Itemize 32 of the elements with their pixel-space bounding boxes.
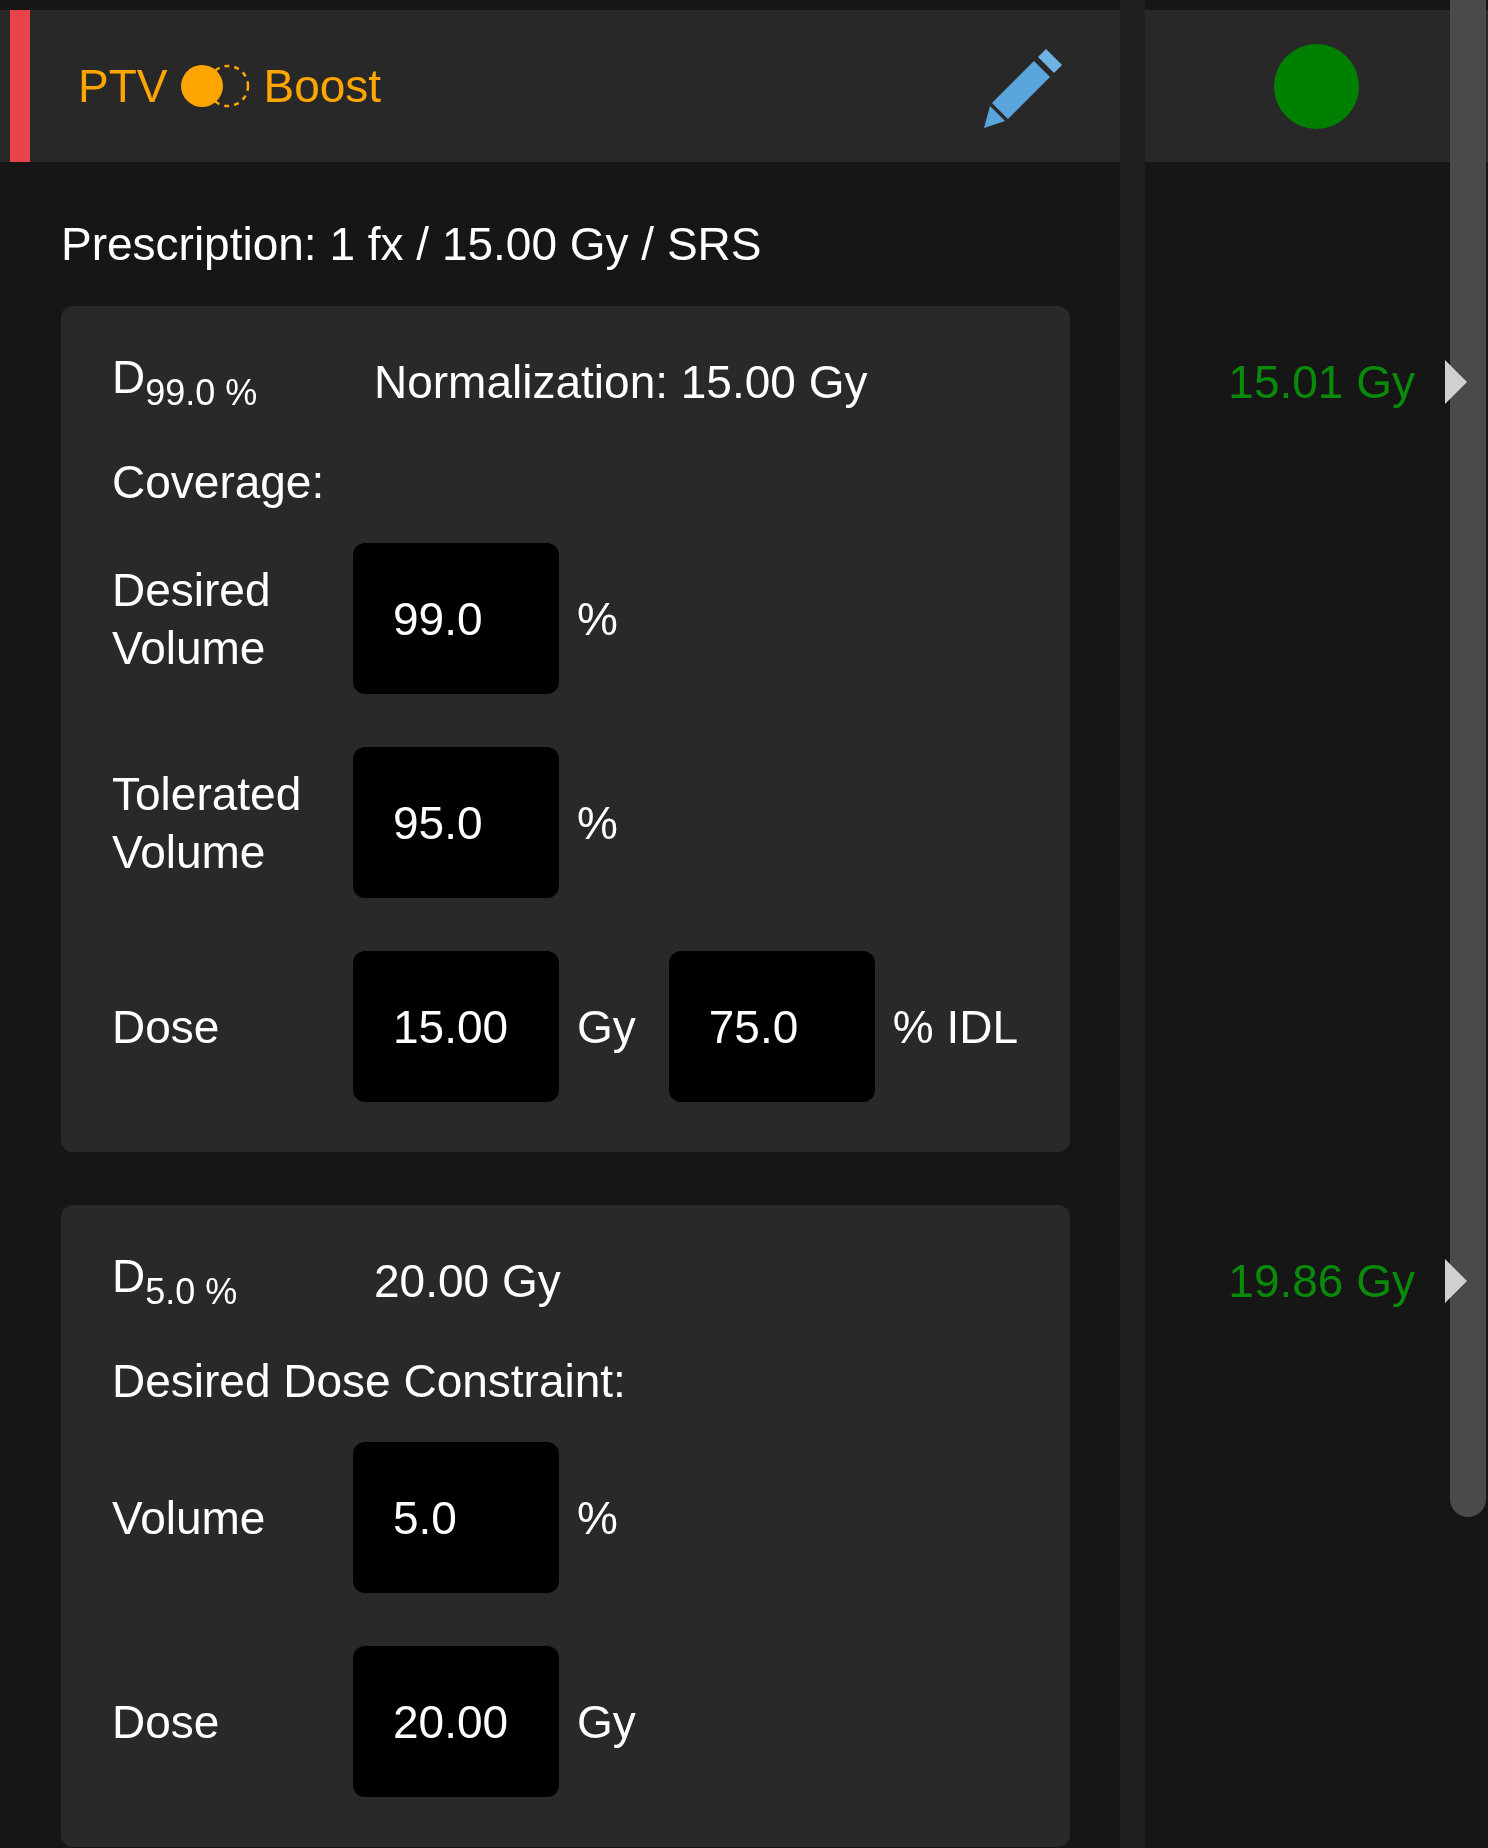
number-field[interactable]: 5.0	[353, 1442, 559, 1593]
number-field[interactable]: 99.0	[353, 543, 559, 694]
achieved-dose: 15.01 Gy	[1228, 355, 1415, 409]
unit-label: Gy	[577, 1694, 636, 1749]
dose-metric: D$_{99.0 %}$	[112, 350, 259, 414]
triangle-icon[interactable]	[1445, 1259, 1467, 1303]
triangle-icon[interactable]	[1445, 360, 1467, 404]
achieved-dose: 19.86 Gy	[1228, 1254, 1415, 1308]
field-label: Tolerated Volume	[112, 766, 303, 880]
structure-name: Boost	[263, 59, 382, 113]
prescription-text: Prescription: 1 fx / 15.00 Gy / SRS	[61, 218, 763, 270]
field-label: Dose	[112, 1694, 221, 1750]
field-label: Dose	[112, 999, 221, 1055]
unit-label: % IDL	[892, 999, 1019, 1054]
field-label: Volume	[112, 1490, 267, 1546]
dose-metric: D$_{5.0 %}$	[112, 1249, 239, 1313]
number-field[interactable]: 95.0	[353, 747, 559, 898]
field-label: Desired Volume	[112, 562, 272, 676]
unit-label: %	[577, 795, 618, 850]
unit-label: %	[577, 1490, 618, 1545]
unit-label: Gy	[577, 999, 636, 1054]
objective-value: 20.00 Gy	[374, 1254, 561, 1308]
unit-label: %	[577, 591, 618, 646]
structure-name: PTV	[78, 59, 168, 113]
number-field[interactable]: 15.00	[353, 951, 559, 1102]
section-label: Coverage:	[112, 456, 326, 508]
number-field[interactable]: 20.00	[353, 1646, 559, 1797]
number-field[interactable]: 75.0	[668, 951, 875, 1102]
objective-value: Normalization: 15.00 Gy	[374, 355, 868, 409]
scrollbar-thumb[interactable]	[1450, 0, 1486, 1517]
section-label: Desired Dose Constraint:	[112, 1355, 627, 1407]
circles-icon	[179, 63, 252, 109]
